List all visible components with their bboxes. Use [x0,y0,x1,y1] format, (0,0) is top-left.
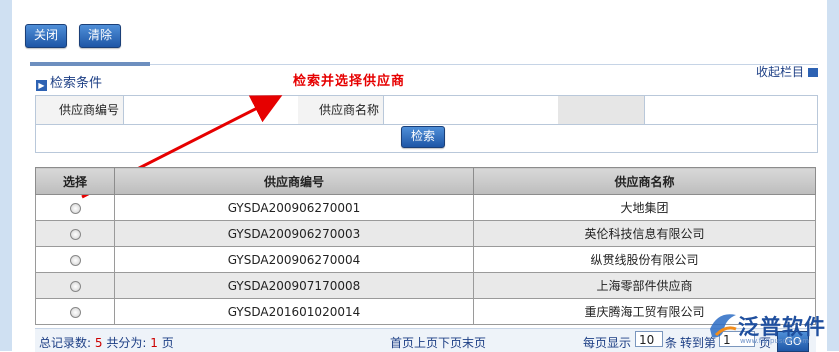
select-radio[interactable] [69,228,81,240]
col-header-select[interactable]: 选择 [35,167,115,195]
last-page-link[interactable]: 末页 [462,336,486,350]
select-radio[interactable] [69,254,81,266]
supplier-code-cell: GYSDA200906270003 [114,220,474,247]
select-cell[interactable] [35,298,115,325]
total-value: 5 [94,336,103,350]
col-header-supplier-code[interactable]: 供应商编号 [114,167,474,195]
per-page-input[interactable]: 10 [635,331,663,347]
table-row[interactable]: GYSDA200906270003 英伦科技信息有限公司 [35,220,816,247]
pages-value: 1 [150,336,158,350]
supplier-code-cell: GYSDA201601020014 [114,298,474,325]
select-cell[interactable] [35,246,115,273]
supplier-name-cell: 英伦科技信息有限公司 [473,220,816,247]
supplier-name-cell: 上海零部件供应商 [473,272,816,299]
prev-page-link[interactable]: 上页 [414,336,438,350]
supplier-code-cell: GYSDA200906270004 [114,246,474,273]
per-page-label: 每页显示 [583,336,632,350]
col-header-supplier-name[interactable]: 供应商名称 [473,167,816,195]
select-cell[interactable] [35,272,115,299]
supplier-name-cell: 大地集团 [473,194,816,221]
select-radio[interactable] [69,202,81,214]
table-row[interactable]: GYSDA200906270004 纵贯线股份有限公司 [35,246,816,273]
record-summary: 总记录数: 5 共分为: 1 页 [39,334,174,351]
table-header-row: 选择 供应商编号 供应商名称 [35,167,816,195]
logo-url: www.fanpusoft.com [740,337,810,345]
pagination-bar: 总记录数: 5 共分为: 1 页 首页上页下页末页 每页显示 10 条 转到第 … [35,328,816,352]
select-cell[interactable] [35,220,115,247]
supplier-code-cell: GYSDA200907170008 [114,272,474,299]
next-page-link[interactable]: 下页 [438,336,462,350]
select-radio[interactable] [69,280,81,292]
pages-label: 共分为: [106,336,147,350]
select-radio[interactable] [69,306,81,318]
pages-unit: 页 [161,336,174,350]
first-page-link[interactable]: 首页 [390,336,414,350]
table-row[interactable]: GYSDA200907170008 上海零部件供应商 [35,272,816,299]
page-nav: 首页上页下页末页 [390,334,486,351]
table-row[interactable]: GYSDA201601020014 重庆腾海工贸有限公司 [35,298,816,325]
supplier-table: 选择 供应商编号 供应商名称 GYSDA200906270001 大地集团 GY… [35,167,816,325]
total-label: 总记录数: [39,336,92,350]
table-row[interactable]: GYSDA200906270001 大地集团 [35,194,816,221]
supplier-name-cell: 纵贯线股份有限公司 [473,246,816,273]
supplier-code-cell: GYSDA200906270001 [114,194,474,221]
per-page-unit: 条 [665,336,678,350]
select-cell[interactable] [35,194,115,221]
